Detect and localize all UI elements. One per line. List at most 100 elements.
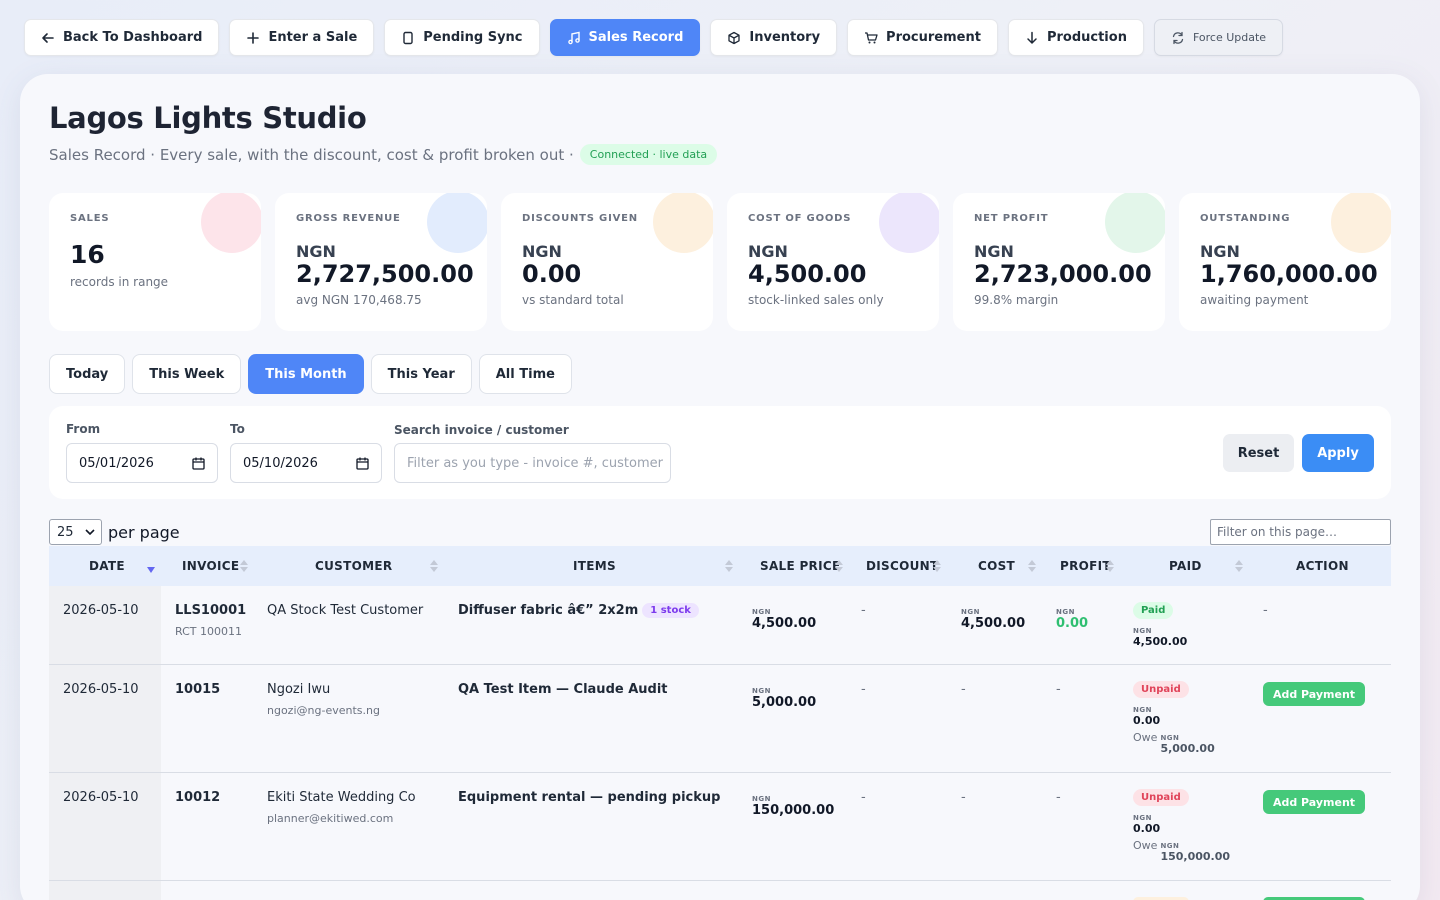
sales-record-button[interactable]: Sales Record — [549, 19, 701, 56]
search-input[interactable]: Filter as you type - invoice #, customer — [394, 443, 671, 483]
row-item-name: Equipment rental — pending pickup — [458, 790, 721, 805]
row-invoice[interactable]: 10015 — [175, 682, 220, 697]
row-customer: Ngozi Iwu — [267, 682, 331, 697]
col-items[interactable]: ITEMS — [573, 546, 616, 586]
production-button[interactable]: Production — [1007, 19, 1144, 56]
currency-label: NGN — [1160, 842, 1180, 850]
stat-sub: 99.8% margin — [974, 293, 1059, 307]
reset-button[interactable]: Reset — [1223, 434, 1294, 472]
sort-icon[interactable] — [835, 559, 843, 573]
back-to-dashboard-button[interactable]: Back To Dashboard — [24, 19, 220, 56]
row-item: Diffuser fabric â€” 2x2m 1 stock — [458, 603, 699, 618]
calendar-icon[interactable] — [356, 457, 369, 470]
stat-decoration — [201, 193, 261, 253]
row-profit: - — [1056, 682, 1061, 697]
currency-label: NGN — [961, 608, 980, 616]
owe-line: Owe NGN 5,000.00 — [1133, 731, 1215, 755]
range-all-time-button[interactable]: All Time — [478, 354, 572, 394]
currency-label: NGN — [1133, 627, 1152, 635]
row-sale-price: NGN 150,000.00 — [752, 795, 834, 818]
range-this-month-button[interactable]: This Month — [248, 354, 364, 394]
table-row: 2026-05-10 10015 Ngozi Iwu ngozi@ng-even… — [49, 665, 1391, 773]
range-this-year-button[interactable]: This Year — [370, 354, 472, 394]
currency-label: NGN — [1133, 706, 1152, 714]
col-date[interactable]: DATE — [89, 546, 125, 586]
to-date-input[interactable]: 05/10/2026 — [230, 443, 382, 483]
sort-icon[interactable] — [1235, 559, 1243, 573]
main-card: Lagos Lights Studio Sales Record · Every… — [20, 74, 1420, 900]
force-update-button[interactable]: Force Update — [1153, 19, 1284, 56]
add-payment-button[interactable]: Add Payment — [1263, 682, 1365, 706]
per-page-select[interactable]: 25 — [49, 519, 102, 545]
sort-icon[interactable] — [1028, 559, 1036, 573]
sort-icon[interactable] — [725, 559, 733, 573]
stat-value: 2,727,500.00 — [296, 260, 474, 288]
sort-icon[interactable] — [1106, 559, 1114, 573]
owe-amount: 5,000.00 — [1160, 742, 1215, 755]
nav-label: Pending Sync — [423, 30, 523, 45]
chevron-down-icon — [85, 529, 95, 535]
add-payment-button[interactable]: Add Payment — [1263, 790, 1365, 814]
col-discount[interactable]: DISCOUNT — [866, 546, 938, 586]
col-profit[interactable]: PROFIT — [1060, 546, 1111, 586]
sort-icon[interactable] — [430, 559, 438, 573]
sort-desc-icon[interactable] — [147, 563, 155, 577]
range-this-week-button[interactable]: This Week — [132, 354, 242, 394]
music-note-icon — [567, 31, 580, 44]
status-badge: Unpaid — [1133, 681, 1189, 698]
table-row: 2026-05-10 LLS10001 RCT 100011 QA Stock … — [49, 586, 1391, 665]
owe-amount: 150,000.00 — [1160, 850, 1231, 863]
from-date-input[interactable]: 05/01/2026 — [66, 443, 218, 483]
paid-amount: 0.00 — [1133, 822, 1161, 835]
currency-label: NGN — [752, 608, 771, 616]
col-paid[interactable]: PAID — [1169, 546, 1202, 586]
row-discount: - — [861, 603, 866, 618]
paid-amount: 4,500.00 — [1133, 635, 1188, 648]
page-filter-input[interactable]: Filter on this page… — [1210, 519, 1391, 545]
currency-label: NGN — [1160, 734, 1180, 742]
stat-sub: records in range — [70, 275, 169, 289]
stat-card-cost-of-goods: COST OF GOODS NGN 4,500.00 stock-linked … — [727, 193, 939, 331]
status-badge: Paid — [1133, 602, 1174, 619]
enter-sale-button[interactable]: Enter a Sale — [229, 19, 375, 56]
inventory-button[interactable]: Inventory — [710, 19, 838, 56]
nav-label: Procurement — [886, 30, 981, 45]
row-invoice[interactable]: 10012 — [175, 790, 220, 805]
row-date: 2026-05-10 — [63, 603, 139, 618]
stat-decoration — [427, 193, 487, 253]
col-sale-price[interactable]: SALE PRICE — [760, 546, 840, 586]
range-today-button[interactable]: Today — [49, 354, 126, 394]
col-invoice[interactable]: INVOICE — [182, 546, 239, 586]
stat-card-outstanding: OUTSTANDING NGN 1,760,000.00 awaiting pa… — [1179, 193, 1391, 331]
col-customer[interactable]: CUSTOMER — [315, 546, 392, 586]
cube-icon — [728, 31, 741, 44]
col-cost[interactable]: COST — [978, 546, 1015, 586]
stat-card-gross-revenue: GROSS REVENUE NGN 2,727,500.00 avg NGN 1… — [275, 193, 487, 331]
row-cost: - — [961, 790, 966, 805]
amount: 5,000.00 — [752, 695, 817, 710]
stat-sub: awaiting payment — [1200, 293, 1309, 307]
per-page-label: per page — [108, 522, 180, 542]
plus-icon — [247, 31, 260, 44]
to-label: To — [230, 422, 245, 436]
row-item-name: QA Test Item — Claude Audit — [458, 682, 668, 697]
row-cost: - — [961, 682, 966, 697]
date-range-tabs: Today This Week This Month This Year All… — [49, 354, 572, 394]
sort-icon[interactable] — [933, 559, 941, 573]
from-date-value: 05/01/2026 — [79, 455, 154, 471]
row-profit: - — [1056, 790, 1061, 805]
stat-sub: avg NGN 170,468.75 — [296, 293, 422, 307]
stat-value: 1,760,000.00 — [1200, 260, 1378, 288]
connection-status-badge: Connected · live data — [579, 144, 718, 165]
row-invoice[interactable]: LLS10001 — [175, 603, 246, 618]
procurement-button[interactable]: Procurement — [847, 19, 998, 56]
sort-icon[interactable] — [240, 559, 248, 573]
apply-button[interactable]: Apply — [1302, 434, 1374, 472]
pending-sync-button[interactable]: Pending Sync — [384, 19, 540, 56]
stats-row: SALES 16 records in range GROSS REVENUE … — [49, 193, 1391, 331]
calendar-icon[interactable] — [192, 457, 205, 470]
per-page-value: 25 — [57, 524, 74, 540]
row-paid: Unpaid NGN 0.00 Owe NGN 150,000.00 — [1133, 789, 1230, 863]
currency-label: NGN — [752, 795, 771, 803]
document-icon — [403, 31, 413, 44]
